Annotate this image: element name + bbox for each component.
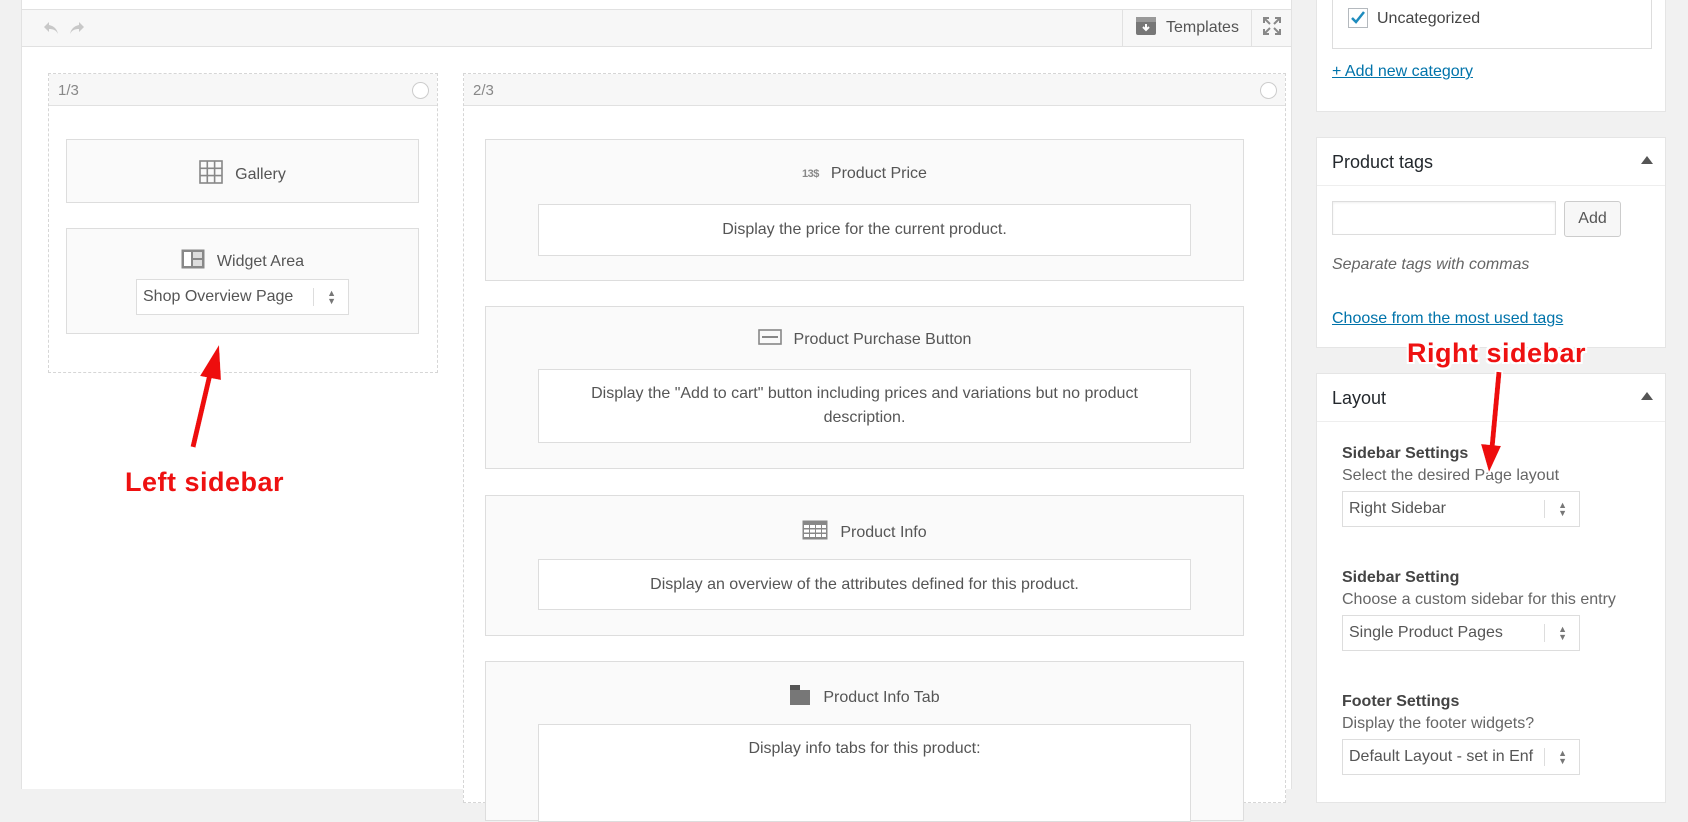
right-sidebar-annotation: Right sidebar	[1407, 338, 1587, 368]
right-sidebar-arrow	[1481, 371, 1502, 472]
left-sidebar-annotation: Left sidebar	[125, 467, 285, 497]
left-sidebar-arrow	[190, 345, 221, 448]
annotation-arrows	[190, 345, 1502, 472]
